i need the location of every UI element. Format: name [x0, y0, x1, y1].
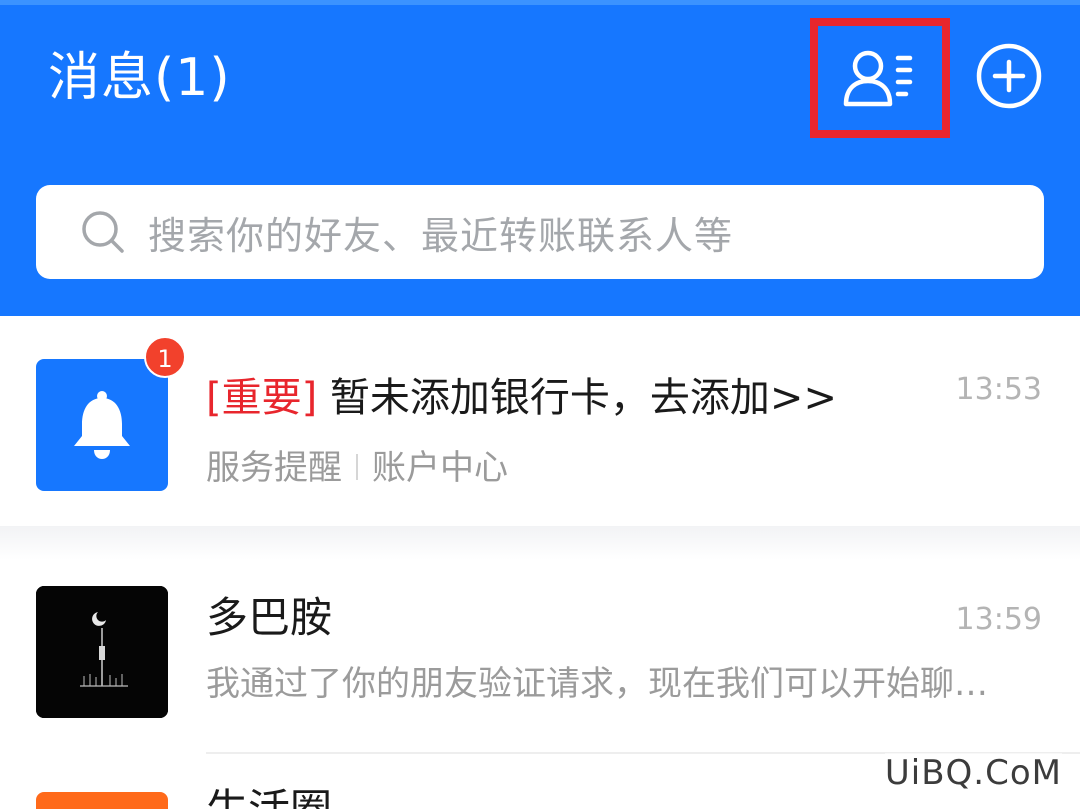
- search-icon: [82, 211, 124, 253]
- message-preview: 我通过了你的朋友验证请求，现在我们可以开始聊天了: [206, 664, 1016, 704]
- divider: [356, 453, 358, 480]
- bell-icon: [74, 391, 130, 459]
- add-button[interactable]: [975, 42, 1043, 110]
- list-item-service-notice[interactable]: 1 [重要] 暂未添加银行卡，去添加>> 13:53 服务提醒 账户中心: [0, 316, 1080, 526]
- highlight-annotation: [810, 18, 950, 138]
- message-time: 13:59: [955, 602, 1042, 637]
- source-label: 服务提醒: [206, 448, 342, 488]
- avatar: [36, 586, 168, 718]
- unread-badge: 1: [144, 336, 186, 378]
- message-list[interactable]: 1 [重要] 暂未添加银行卡，去添加>> 13:53 服务提醒 账户中心 多巴胺 …: [0, 316, 1080, 809]
- page-title: 消息(1): [48, 48, 231, 108]
- avatar: [36, 792, 168, 809]
- contact-name: 生活圈: [206, 782, 332, 809]
- search-placeholder: 搜索你的好友、最近转账联系人等: [148, 213, 734, 258]
- message-source: 服务提醒 账户中心: [206, 444, 508, 492]
- section-gap: [0, 526, 1080, 560]
- important-tag: [重要]: [206, 375, 318, 421]
- avatar: [36, 359, 168, 491]
- plus-circle-icon: [976, 43, 1042, 109]
- night-scene-avatar: [36, 586, 168, 718]
- status-strip: [0, 0, 1080, 5]
- header-bar: 消息(1) 搜索你的好友、最近转账联系人等: [0, 0, 1080, 316]
- search-input[interactable]: 搜索你的好友、最近转账联系人等: [36, 185, 1044, 279]
- contact-name: 多巴胺: [206, 593, 333, 642]
- message-title: [重要] 暂未添加银行卡，去添加>>: [206, 370, 837, 426]
- message-time: 13:53: [955, 372, 1042, 407]
- list-item-chat[interactable]: 多巴胺 13:59 我通过了你的朋友验证请求，现在我们可以开始聊天了: [0, 560, 1080, 752]
- category-label: 账户中心: [372, 448, 508, 488]
- watermark: UiBQ.CoM: [884, 753, 1062, 793]
- message-title-text: 暂未添加银行卡，去添加>>: [317, 375, 837, 421]
